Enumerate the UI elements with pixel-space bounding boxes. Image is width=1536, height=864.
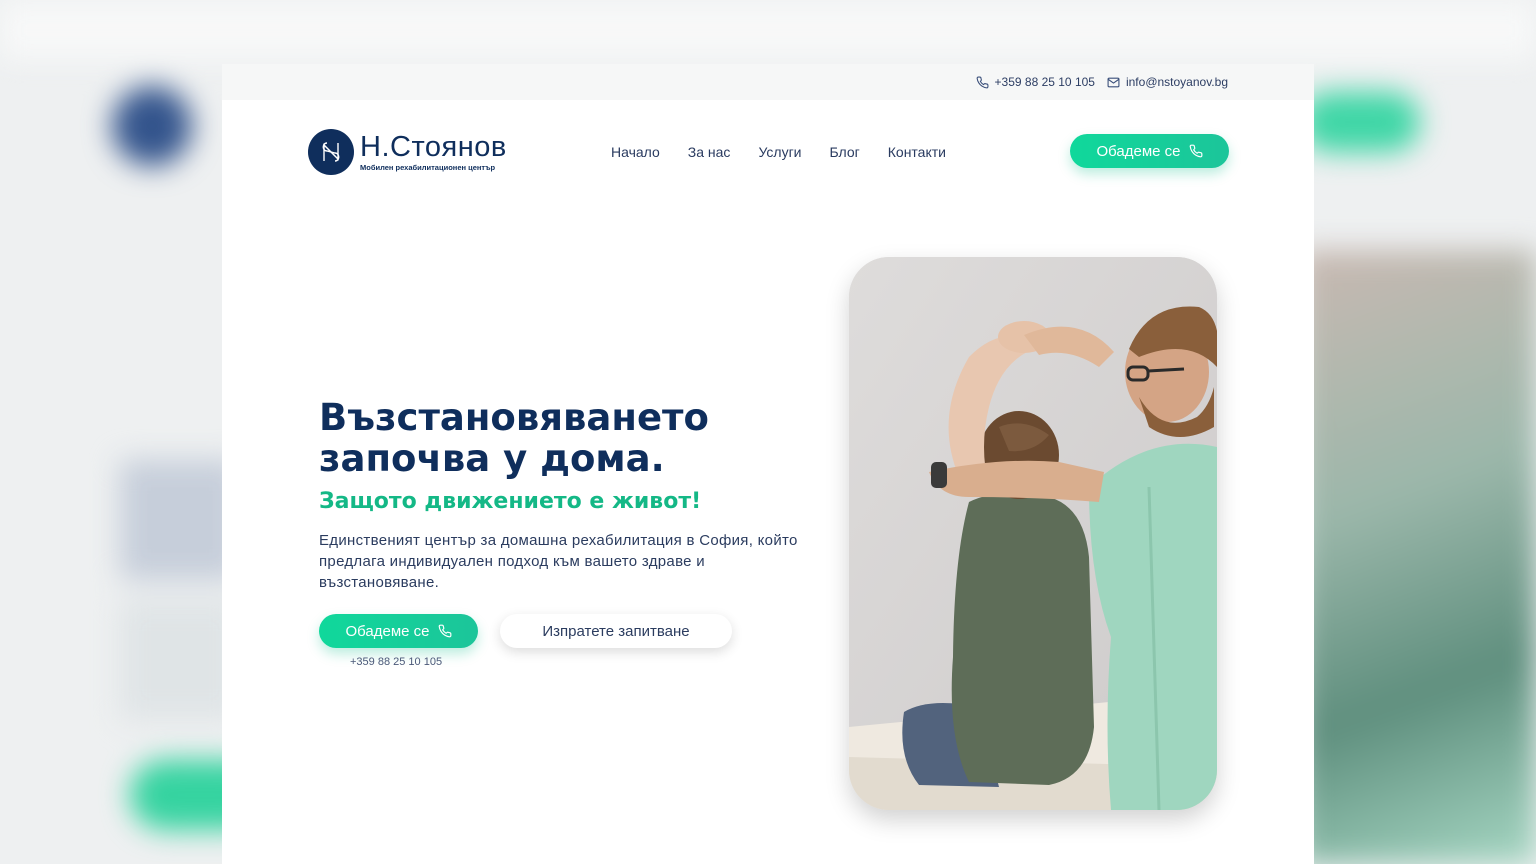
- hero-description: Единственият център за домашна рехабилит…: [319, 532, 798, 591]
- blurred-button: [1300, 92, 1420, 152]
- phone-icon: [1189, 144, 1202, 158]
- send-inquiry-label: Изпратете запитване: [542, 622, 690, 640]
- logo[interactable]: Н.Стоянов Мобилен рехабилитационен центъ…: [308, 129, 507, 175]
- logo-tagline: Мобилен рехабилитационен център: [360, 162, 496, 172]
- topbar-phone-link[interactable]: +359 88 25 10 105: [976, 75, 1095, 89]
- hero-title-line2: започва у дома.: [319, 437, 665, 480]
- hero-call-label: Обадеме се: [345, 622, 430, 640]
- site-header: Н.Стоянов Мобилен рехабилитационен центъ…: [222, 100, 1314, 204]
- hero-title-line1: Възстановяването: [319, 396, 709, 439]
- nav-item-blog[interactable]: Блог: [830, 144, 860, 160]
- nav-item-services[interactable]: Услуги: [758, 144, 801, 160]
- nav-item-home[interactable]: Начало: [611, 144, 660, 160]
- header-call-button[interactable]: Обадеме се: [1070, 134, 1229, 168]
- phone-icon: [976, 76, 988, 88]
- logo-text: Н.Стоянов Мобилен рехабилитационен центъ…: [360, 130, 507, 172]
- contact-bar: +359 88 25 10 105 info@nstoyanov.bg: [222, 64, 1314, 100]
- main-nav: Начало За нас Услуги Блог Контакти: [611, 144, 946, 160]
- nav-item-contacts[interactable]: Контакти: [888, 144, 946, 160]
- ns-monogram-icon: [308, 129, 354, 175]
- topbar-phone: +359 88 25 10 105: [994, 75, 1095, 89]
- therapy-illustration: [849, 257, 1217, 810]
- logo-name: Н.Стоянов: [360, 130, 507, 163]
- blurred-photo: [1300, 250, 1536, 864]
- phone-icon: [438, 624, 451, 638]
- send-inquiry-button[interactable]: Изпратете запитване: [500, 614, 732, 648]
- hero-title: Възстановяването започва у дома.: [319, 397, 839, 479]
- mail-icon: [1107, 77, 1120, 87]
- blurred-logo: [112, 86, 192, 166]
- hero-subtitle: Защото движението е живот!: [319, 489, 702, 514]
- hero-call-button[interactable]: Обадеме се: [319, 614, 478, 648]
- blurred-topbar: [0, 0, 1536, 60]
- hero-photo: [849, 257, 1217, 810]
- header-call-label: Обадеме се: [1096, 142, 1181, 160]
- topbar-email: info@nstoyanov.bg: [1125, 75, 1228, 89]
- nav-item-about[interactable]: За нас: [688, 144, 731, 160]
- topbar-email-link[interactable]: info@nstoyanov.bg: [1107, 75, 1228, 89]
- page-card: +359 88 25 10 105 info@nstoyanov.bg Н.Ст…: [222, 64, 1314, 864]
- hero-phone-number: +359 88 25 10 105: [350, 656, 443, 668]
